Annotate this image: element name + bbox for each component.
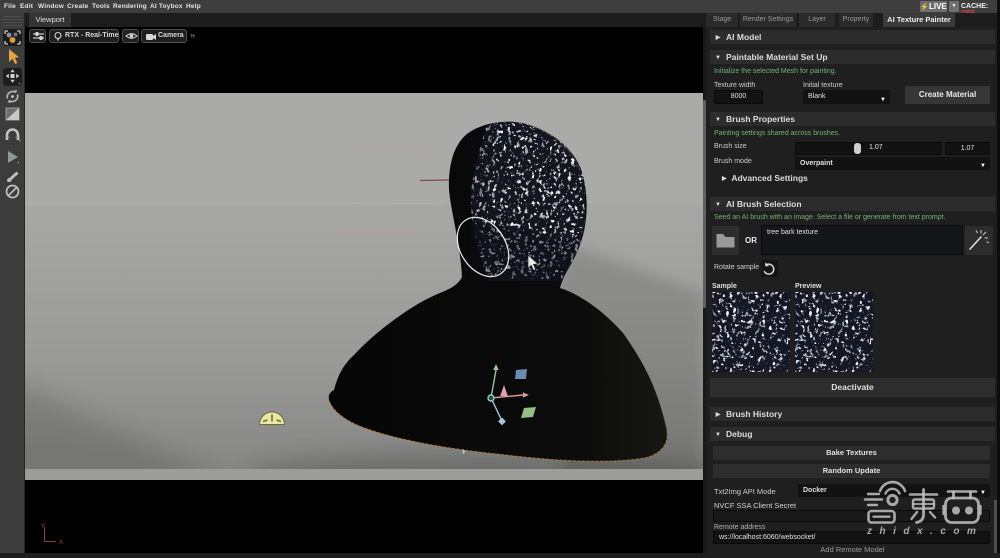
svg-text:zhidx.com: zhidx.com <box>866 526 983 537</box>
svg-text:X: X <box>59 540 63 546</box>
svg-text:Y: Y <box>41 524 45 530</box>
svg-text:›: › <box>462 446 465 457</box>
